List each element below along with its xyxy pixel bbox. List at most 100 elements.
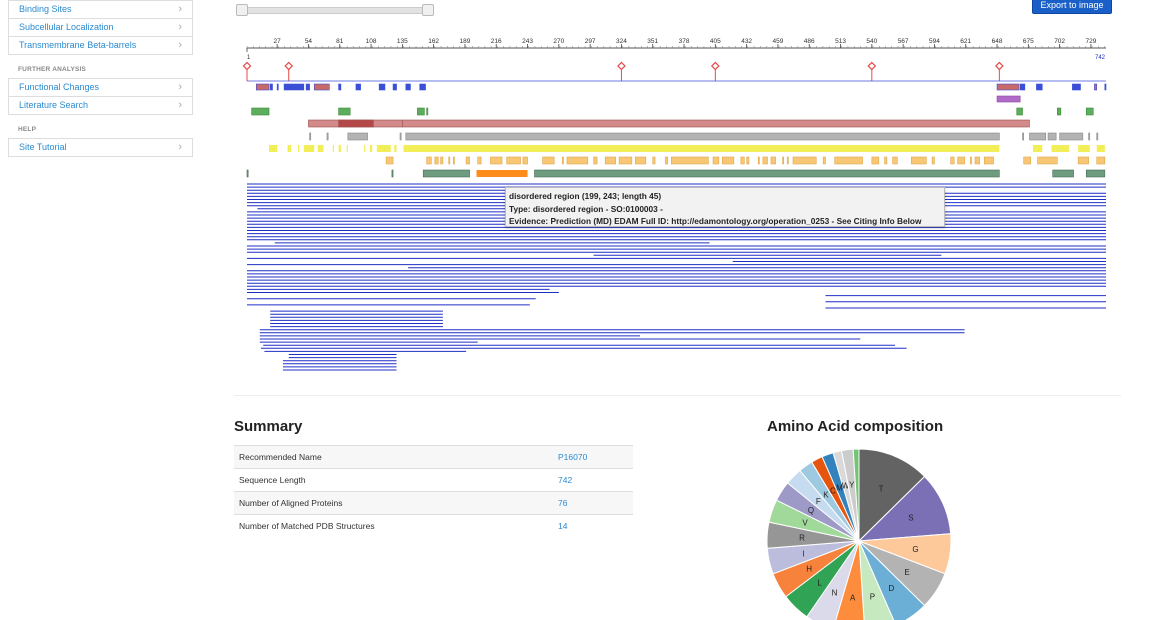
site-marker[interactable] [710,61,720,71]
feature-bar[interactable] [1088,132,1091,141]
region-bar[interactable] [426,107,429,116]
compositional-bias-bar[interactable] [522,156,528,165]
compositional-bias-bar[interactable] [618,156,633,165]
compositional-bias-bar[interactable] [652,156,656,165]
structure-bar[interactable] [1085,169,1106,178]
compositional-bias-bar[interactable] [562,156,564,165]
sidebar-item-subcellular-localization[interactable]: Subcellular Localization › [8,19,193,37]
disordered-bar[interactable] [402,119,1030,128]
low-complexity-bar[interactable] [369,145,373,152]
sidebar-item-literature-search[interactable]: Literature Search › [8,97,193,115]
sidebar-item-functional-changes[interactable]: Functional Changes › [8,78,193,97]
summary-value[interactable]: P16070 [553,445,633,469]
compositional-bias-bar[interactable] [931,156,935,165]
low-complexity-bar[interactable] [338,145,341,152]
feature-bar[interactable] [309,132,312,141]
domain-bar[interactable] [255,83,270,91]
compositional-bias-bar[interactable] [542,156,555,165]
compositional-bias-bar[interactable] [670,156,709,165]
disordered-bar[interactable] [361,119,374,128]
summary-value[interactable]: 14 [553,514,633,537]
compositional-bias-bar[interactable] [983,156,994,165]
compositional-bias-bar[interactable] [477,156,482,165]
compositional-bias-bar[interactable] [490,156,503,165]
compositional-bias-bar[interactable] [746,156,750,165]
compositional-bias-bar[interactable] [792,156,817,165]
feature-bar[interactable] [347,132,368,141]
region-bar[interactable] [417,107,425,116]
compositional-bias-bar[interactable] [740,156,745,165]
domain-bar[interactable] [419,83,426,91]
domain-bar[interactable] [269,83,273,91]
low-complexity-bar[interactable] [403,145,1000,152]
compositional-bias-bar[interactable] [635,156,647,165]
compositional-bias-bar[interactable] [757,156,760,165]
motif-bar[interactable] [996,95,1021,103]
domain-bar[interactable] [305,83,310,91]
region-bar[interactable] [1016,107,1023,116]
structure-bar[interactable] [246,169,249,178]
compositional-bias-bar[interactable] [712,156,720,165]
compositional-bias-bar[interactable] [1096,156,1106,165]
domain-bar[interactable] [1072,83,1081,91]
sidebar-item-transmembrane-beta-barrels[interactable]: Transmembrane Beta-barrels › [8,37,193,55]
compositional-bias-bar[interactable] [970,156,972,165]
domain-bar[interactable] [313,83,330,91]
low-complexity-bar[interactable] [317,145,324,152]
compositional-bias-bar[interactable] [1037,156,1058,165]
low-complexity-bar[interactable] [303,145,315,152]
compositional-bias-bar[interactable] [448,156,451,165]
structure-bar[interactable] [391,169,394,178]
region-bar[interactable] [1057,107,1062,116]
region-bar[interactable] [251,107,270,116]
compositional-bias-bar[interactable] [453,156,455,165]
site-marker[interactable] [617,61,626,71]
domain-bar[interactable] [338,83,342,91]
structure-bar[interactable] [534,169,1000,178]
low-complexity-bar[interactable] [1078,145,1090,152]
low-complexity-bar[interactable] [298,145,300,152]
feature-bar[interactable] [1022,132,1024,141]
compositional-bias-bar[interactable] [884,156,888,165]
low-complexity-bar[interactable] [346,145,348,152]
low-complexity-bar[interactable] [364,145,366,152]
low-complexity-bar[interactable] [269,145,278,152]
domain-bar[interactable] [405,83,411,91]
feature-bar[interactable] [1047,132,1057,141]
compositional-bias-bar[interactable] [950,156,955,165]
compositional-bias-bar[interactable] [834,156,863,165]
disordered-bar[interactable] [338,119,363,128]
low-complexity-bar[interactable] [332,145,334,152]
compositional-bias-bar[interactable] [892,156,898,165]
compositional-bias-bar[interactable] [665,156,669,165]
slider-track[interactable] [240,7,428,14]
domain-bar[interactable] [1036,83,1043,91]
compositional-bias-bar[interactable] [426,156,432,165]
compositional-bias-bar[interactable] [593,156,598,165]
compositional-bias-bar[interactable] [721,156,735,165]
compositional-bias-bar[interactable] [465,156,470,165]
domain-bar[interactable] [996,83,1020,91]
domain-bar[interactable] [392,83,397,91]
slider-right-handle[interactable] [422,4,434,16]
sidebar-item-binding-sites[interactable]: Binding Sites › [8,0,193,19]
compositional-bias-bar[interactable] [770,156,776,165]
feature-bar[interactable] [399,132,402,141]
site-marker[interactable] [242,61,252,71]
summary-value[interactable]: 742 [553,468,633,492]
low-complexity-bar[interactable] [1032,145,1043,152]
domain-bar[interactable] [1019,83,1026,91]
compositional-bias-bar[interactable] [910,156,927,165]
compositional-bias-bar[interactable] [782,156,785,165]
low-complexity-bar[interactable] [1051,145,1069,152]
site-marker[interactable] [867,61,877,71]
region-bar[interactable] [338,107,351,116]
low-complexity-bar[interactable] [376,145,391,152]
feature-bar[interactable] [1029,132,1047,141]
low-complexity-bar[interactable] [394,145,397,152]
site-marker[interactable] [284,61,294,71]
sidebar-item-site-tutorial[interactable]: Site Tutorial › [8,138,193,157]
structure-bar[interactable] [422,169,470,178]
domain-bar[interactable] [283,83,305,91]
export-image-button[interactable]: Export to image [1032,0,1112,14]
